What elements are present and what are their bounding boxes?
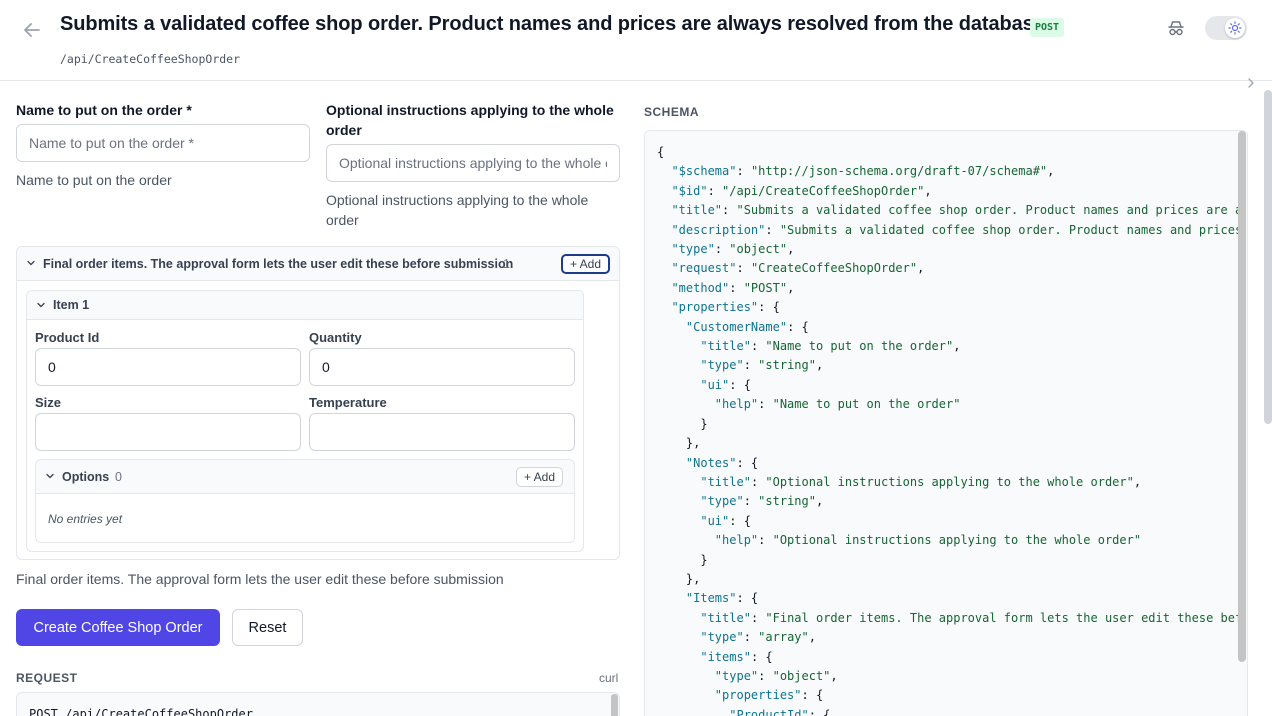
request-label: REQUEST bbox=[16, 671, 78, 685]
item-card: Item 1 Product Id Quantity Size Temperat… bbox=[26, 290, 584, 552]
notes-input[interactable] bbox=[326, 144, 620, 182]
theme-toggle[interactable] bbox=[1205, 16, 1247, 40]
temperature-input[interactable] bbox=[309, 413, 575, 451]
method-badge: POST bbox=[1030, 18, 1065, 37]
schema-line: "help": "Name to put on the order" bbox=[714, 397, 961, 412]
schema-line: "help": "Optional instructions applying … bbox=[714, 533, 1142, 548]
schema-line: "properties": { bbox=[714, 688, 824, 703]
schema-line: } bbox=[657, 416, 708, 431]
page-title: Submits a validated coffee shop order. P… bbox=[60, 13, 1045, 35]
schema-scrollbar[interactable] bbox=[1238, 131, 1246, 662]
schema-line: } bbox=[657, 552, 708, 567]
back-arrow-icon[interactable] bbox=[20, 18, 44, 42]
notes-label: Optional instructions applying to the wh… bbox=[326, 102, 614, 138]
items-panel: Final order items. The approval form let… bbox=[16, 246, 620, 560]
chevron-down-icon[interactable] bbox=[26, 258, 36, 271]
schema-line: "$schema": "http://json-schema.org/draft… bbox=[671, 164, 1055, 179]
items-count: 1 bbox=[503, 257, 510, 271]
temperature-label: Temperature bbox=[309, 395, 387, 410]
request-scrollbar[interactable] bbox=[611, 694, 618, 716]
notes-help: Optional instructions applying to the wh… bbox=[326, 192, 589, 228]
items-title: Final order items. The approval form let… bbox=[43, 257, 514, 271]
request-preview: POST /api/CreateCoffeeShopOrder bbox=[16, 692, 620, 716]
schema-line: "ui": { bbox=[700, 377, 751, 392]
product-id-label: Product Id bbox=[35, 330, 100, 345]
item-header[interactable]: Item 1 bbox=[27, 291, 583, 320]
schema-line: { bbox=[657, 145, 665, 159]
schema-line: "description": "Submits a validated coff… bbox=[671, 222, 1243, 237]
schema-line: "title": "Name to put on the order", bbox=[700, 339, 961, 354]
schema-line: "method": "POST", bbox=[671, 280, 795, 295]
items-help: Final order items. The approval form let… bbox=[16, 571, 504, 587]
page-header: Submits a validated coffee shop order. P… bbox=[0, 0, 1272, 81]
page-scrollbar[interactable] bbox=[1264, 90, 1272, 424]
schema-line: "$id": "/api/CreateCoffeeShopOrder", bbox=[671, 183, 932, 198]
size-input[interactable] bbox=[35, 413, 301, 451]
schema-line: "type": "object", bbox=[714, 668, 838, 683]
incognito-icon[interactable] bbox=[1166, 18, 1186, 38]
create-order-button[interactable]: Create Coffee Shop Order bbox=[16, 609, 220, 646]
chevron-down-icon[interactable] bbox=[36, 300, 46, 313]
schema-line: "type": "string", bbox=[700, 494, 824, 509]
customer-name-input[interactable] bbox=[16, 124, 310, 162]
schema-line: "ui": { bbox=[700, 513, 751, 528]
schema-viewer: { "$schema": "http://json-schema.org/dra… bbox=[644, 130, 1248, 716]
request-line: POST /api/CreateCoffeeShopOrder bbox=[29, 707, 253, 716]
sun-icon bbox=[1225, 18, 1245, 38]
quantity-input[interactable] bbox=[309, 348, 575, 386]
item-title: Item 1 bbox=[53, 298, 90, 312]
curl-link[interactable]: curl bbox=[599, 671, 618, 685]
schema-line: }, bbox=[657, 436, 701, 451]
chevron-right-icon[interactable] bbox=[1246, 76, 1258, 90]
add-item-button[interactable]: + Add bbox=[561, 254, 611, 274]
size-label: Size bbox=[35, 395, 62, 410]
options-panel: Options 0 + Add No entries yet bbox=[35, 459, 575, 543]
schema-line: "title": "Optional instructions applying… bbox=[700, 474, 1142, 489]
schema-line: "CustomerName": { bbox=[685, 319, 809, 334]
customer-name-label: Name to put on the order * bbox=[16, 102, 192, 118]
options-header[interactable]: Options 0 + Add bbox=[36, 460, 574, 494]
add-option-button[interactable]: + Add bbox=[516, 467, 564, 487]
schema-line: "title": "Final order items. The approva… bbox=[700, 610, 1243, 625]
schema-line: "items": { bbox=[700, 649, 773, 664]
schema-line: "title": "Submits a validated coffee sho… bbox=[671, 203, 1243, 218]
schema-line: "Items": { bbox=[685, 591, 759, 606]
schema-code: { "$schema": "http://json-schema.org/dra… bbox=[657, 143, 1242, 716]
customer-name-help: Name to put on the order bbox=[16, 172, 172, 188]
quantity-label: Quantity bbox=[309, 330, 362, 345]
schema-line: "type": "object", bbox=[671, 242, 795, 257]
schema-line: "properties": { bbox=[671, 300, 780, 315]
schema-line: "request": "CreateCoffeeShopOrder", bbox=[671, 261, 925, 276]
schema-line: }, bbox=[657, 571, 701, 586]
items-panel-header[interactable]: Final order items. The approval form let… bbox=[17, 247, 619, 281]
schema-line: "Notes": { bbox=[685, 455, 759, 470]
schema-line: "type": "array", bbox=[700, 630, 816, 645]
schema-line: "ProductId": { bbox=[729, 707, 831, 716]
reset-button[interactable]: Reset bbox=[232, 609, 303, 646]
options-empty-text: No entries yet bbox=[48, 512, 123, 526]
api-path: /api/CreateCoffeeShopOrder bbox=[60, 52, 241, 66]
options-title: Options bbox=[62, 470, 110, 484]
options-count: 0 bbox=[115, 470, 122, 484]
product-id-input[interactable] bbox=[35, 348, 301, 386]
schema-line: "type": "string", bbox=[700, 358, 824, 373]
chevron-down-icon[interactable] bbox=[45, 471, 55, 484]
schema-label: SCHEMA bbox=[644, 105, 700, 119]
